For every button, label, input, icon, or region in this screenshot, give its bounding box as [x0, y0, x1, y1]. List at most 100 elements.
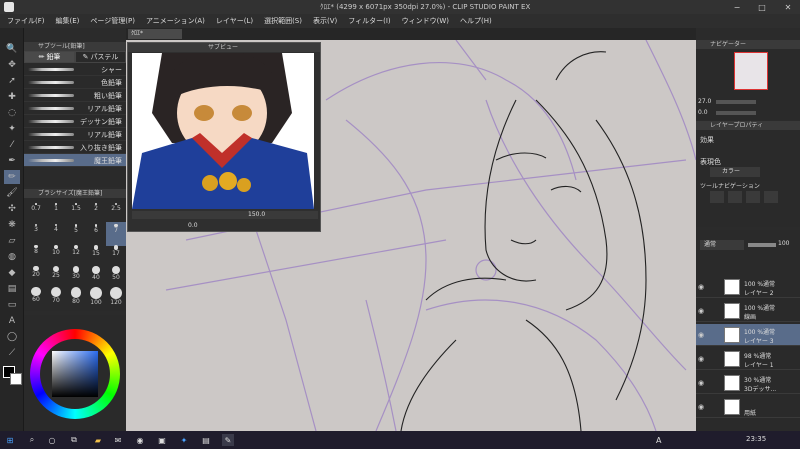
figure-icon[interactable]: ▭: [4, 298, 20, 312]
layer-list: ◉ 100 %通常 レイヤー 2 ◉ 100 %通常 線画 ◉ 100 %通常 レイヤー 3 ◉ 9…: [696, 276, 800, 426]
eraser-icon[interactable]: ▱: [4, 234, 20, 248]
app-icon-3[interactable]: ▤: [200, 434, 212, 446]
brush-icon[interactable]: 🖌: [4, 186, 20, 200]
menu-layer[interactable]: レイヤー(L): [216, 16, 253, 26]
brush-item[interactable]: デッサン鉛筆: [24, 115, 126, 128]
gradient-icon[interactable]: ▤: [4, 282, 20, 296]
eye-icon[interactable]: ◉: [698, 283, 704, 291]
navigator-angle-slider[interactable]: [716, 111, 756, 115]
close-button[interactable]: ✕: [776, 0, 800, 14]
brush-size-option[interactable]: 80: [66, 285, 86, 309]
pastel-icon: ✎: [82, 53, 89, 61]
lasso-icon[interactable]: ◌: [4, 106, 20, 120]
saturation-square[interactable]: [52, 351, 98, 397]
brush-size-option[interactable]: 120: [106, 285, 126, 309]
brush-size-dot: [50, 287, 62, 298]
brush-item[interactable]: リアル鉛筆: [24, 128, 126, 141]
menu-selection[interactable]: 選択範囲(S): [264, 16, 302, 26]
explorer-icon[interactable]: ▰: [92, 434, 104, 446]
layer-row[interactable]: ◉ 100 %通常 線画: [696, 300, 800, 322]
menu-animation[interactable]: アニメーション(A): [146, 16, 205, 26]
eye-icon[interactable]: ◉: [698, 307, 704, 315]
cortana-icon[interactable]: ○: [46, 434, 58, 446]
opacity-slider[interactable]: [748, 243, 776, 247]
menu-view[interactable]: 表示(V): [313, 16, 337, 26]
brush-size-option[interactable]: 100: [86, 285, 106, 309]
brush-item[interactable]: 色鉛筆: [24, 76, 126, 89]
tool-navigation-label: ツールナビゲーション: [700, 183, 760, 190]
pencil-icon[interactable]: ✏: [4, 170, 20, 184]
layer-row[interactable]: ◉ 100 %通常 レイヤー 3: [696, 324, 800, 346]
ime-indicator[interactable]: A: [656, 434, 661, 446]
eyedropper-icon[interactable]: ⁄: [4, 138, 20, 152]
start-icon[interactable]: ⊞: [4, 434, 16, 446]
subview-zoom-slider[interactable]: [132, 211, 318, 219]
brush-size-label: 5: [74, 226, 78, 234]
eye-icon[interactable]: ◉: [698, 355, 704, 363]
maximize-button[interactable]: □: [750, 0, 774, 14]
sub-color-swatch[interactable]: [10, 373, 22, 385]
move-tool-icon[interactable]: ✥: [4, 58, 20, 72]
layer-row[interactable]: ◉ 98 %通常 レイヤー 1: [696, 348, 800, 370]
ruler-icon[interactable]: [710, 191, 724, 203]
text-icon[interactable]: A: [4, 314, 20, 328]
brush-item[interactable]: リアル鉛筆: [24, 102, 126, 115]
zoom-tool-icon[interactable]: 🔍: [4, 42, 20, 56]
navigator-zoom-slider[interactable]: [716, 100, 756, 104]
brush-size-option[interactable]: 70: [46, 285, 66, 309]
navigator-preview[interactable]: [734, 52, 768, 90]
menu-filter[interactable]: フィルター(I): [348, 16, 390, 26]
document-tab[interactable]: ｸﾛｴ*: [128, 29, 182, 39]
mini-color-swatch[interactable]: [26, 413, 34, 421]
layer-row[interactable]: ◉ 100 %通常 レイヤー 2: [696, 276, 800, 298]
clip-studio-taskbar-icon[interactable]: ✎: [222, 434, 234, 446]
brush-item[interactable]: 粗い鉛筆: [24, 89, 126, 102]
brush-size-label: 2: [94, 204, 98, 212]
auto-select-icon[interactable]: ✦: [4, 122, 20, 136]
pen-icon[interactable]: ✒: [4, 154, 20, 168]
app-icon-2[interactable]: ▣: [156, 434, 168, 446]
task-view-icon[interactable]: ⧉: [68, 434, 80, 446]
layer-row[interactable]: ◉ 30 %通常 3Dデッサ...: [696, 372, 800, 394]
blend-icon[interactable]: ◍: [4, 250, 20, 264]
mail-icon[interactable]: ✉: [112, 434, 124, 446]
brush-size-dot: [92, 266, 100, 274]
expression-color-select[interactable]: カラー: [710, 167, 760, 177]
decoration-icon[interactable]: ❋: [4, 218, 20, 232]
brush-item[interactable]: 入り抜き鉛筆: [24, 141, 126, 154]
reference-layer-icon[interactable]: [728, 191, 742, 203]
airbrush-icon[interactable]: ✣: [4, 202, 20, 216]
layer-row[interactable]: ◉ 用紙: [696, 396, 800, 418]
twitter-icon[interactable]: ✦: [178, 434, 190, 446]
eye-icon[interactable]: ◉: [698, 403, 704, 411]
correct-line-icon[interactable]: ⟋: [4, 346, 20, 360]
blend-mode-select[interactable]: 通常: [700, 240, 744, 250]
layer-opacity-mode: 100 %通常: [744, 305, 776, 312]
brush-size-option[interactable]: 60: [26, 285, 46, 309]
fill-layer-icon[interactable]: [764, 191, 778, 203]
expression-value: カラー: [722, 168, 741, 175]
window-title: ｸﾛｴ* (4299 x 6071px 350dpi 27.0%) - CLIP…: [320, 3, 531, 11]
search-icon[interactable]: ⌕: [26, 434, 38, 446]
menu-help[interactable]: ヘルプ(H): [460, 16, 492, 26]
brush-size-dot: [31, 287, 41, 297]
eye-icon[interactable]: ◉: [698, 331, 704, 339]
layer-move-icon[interactable]: ✚: [4, 90, 20, 104]
brush-item[interactable]: 魔王鉛筆: [24, 154, 126, 167]
brush-item[interactable]: シャー: [24, 63, 126, 76]
brush-size-label: 50: [112, 274, 120, 282]
menu-file[interactable]: ファイル(F): [7, 16, 45, 26]
menu-page[interactable]: ページ管理(P): [90, 16, 135, 26]
tab-pastel[interactable]: ✎ パステル: [75, 51, 126, 63]
chrome-icon[interactable]: ◉: [134, 434, 146, 446]
brush-size-label: 15: [92, 249, 100, 257]
operation-tool-icon[interactable]: ➚: [4, 74, 20, 88]
tab-pencil[interactable]: ✏ 鉛筆: [24, 51, 75, 63]
minimize-button[interactable]: −: [725, 0, 749, 14]
eye-icon[interactable]: ◉: [698, 379, 704, 387]
balloon-icon[interactable]: ◯: [4, 330, 20, 344]
pick-color-icon[interactable]: [746, 191, 760, 203]
fill-icon[interactable]: ◆: [4, 266, 20, 280]
menu-edit[interactable]: 編集(E): [56, 16, 80, 26]
menu-window[interactable]: ウィンドウ(W): [402, 16, 449, 26]
